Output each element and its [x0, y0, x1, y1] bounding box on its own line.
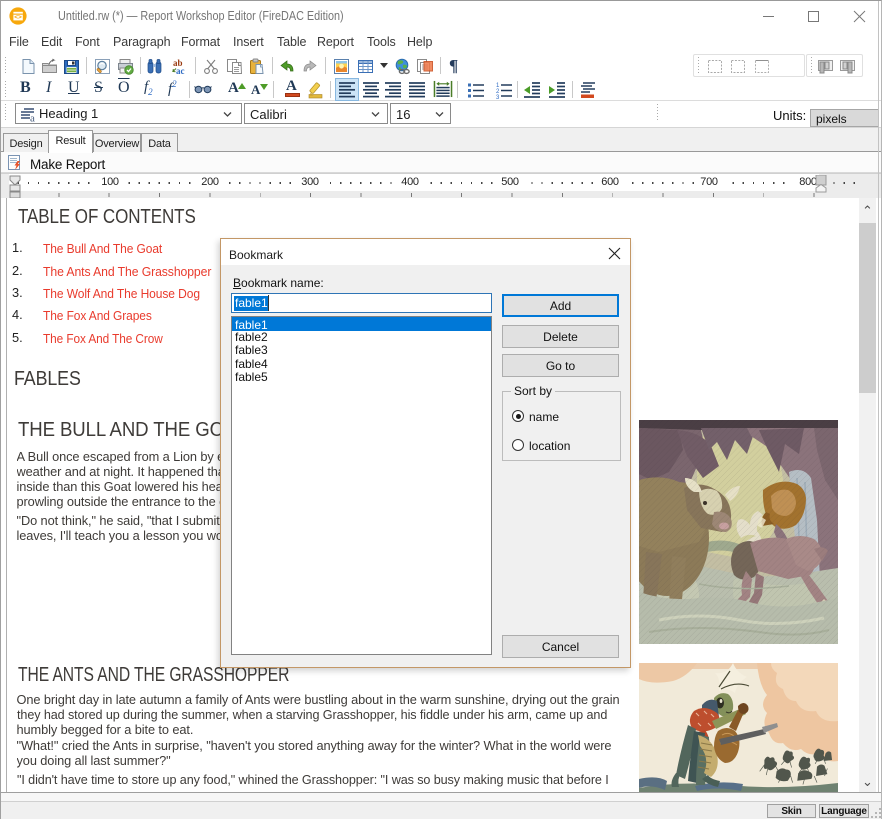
- svg-text:<>: <>: [14, 14, 22, 21]
- svg-text:3: 3: [496, 95, 500, 99]
- svg-text:ac: ac: [176, 66, 185, 75]
- svg-text:a: a: [30, 113, 35, 123]
